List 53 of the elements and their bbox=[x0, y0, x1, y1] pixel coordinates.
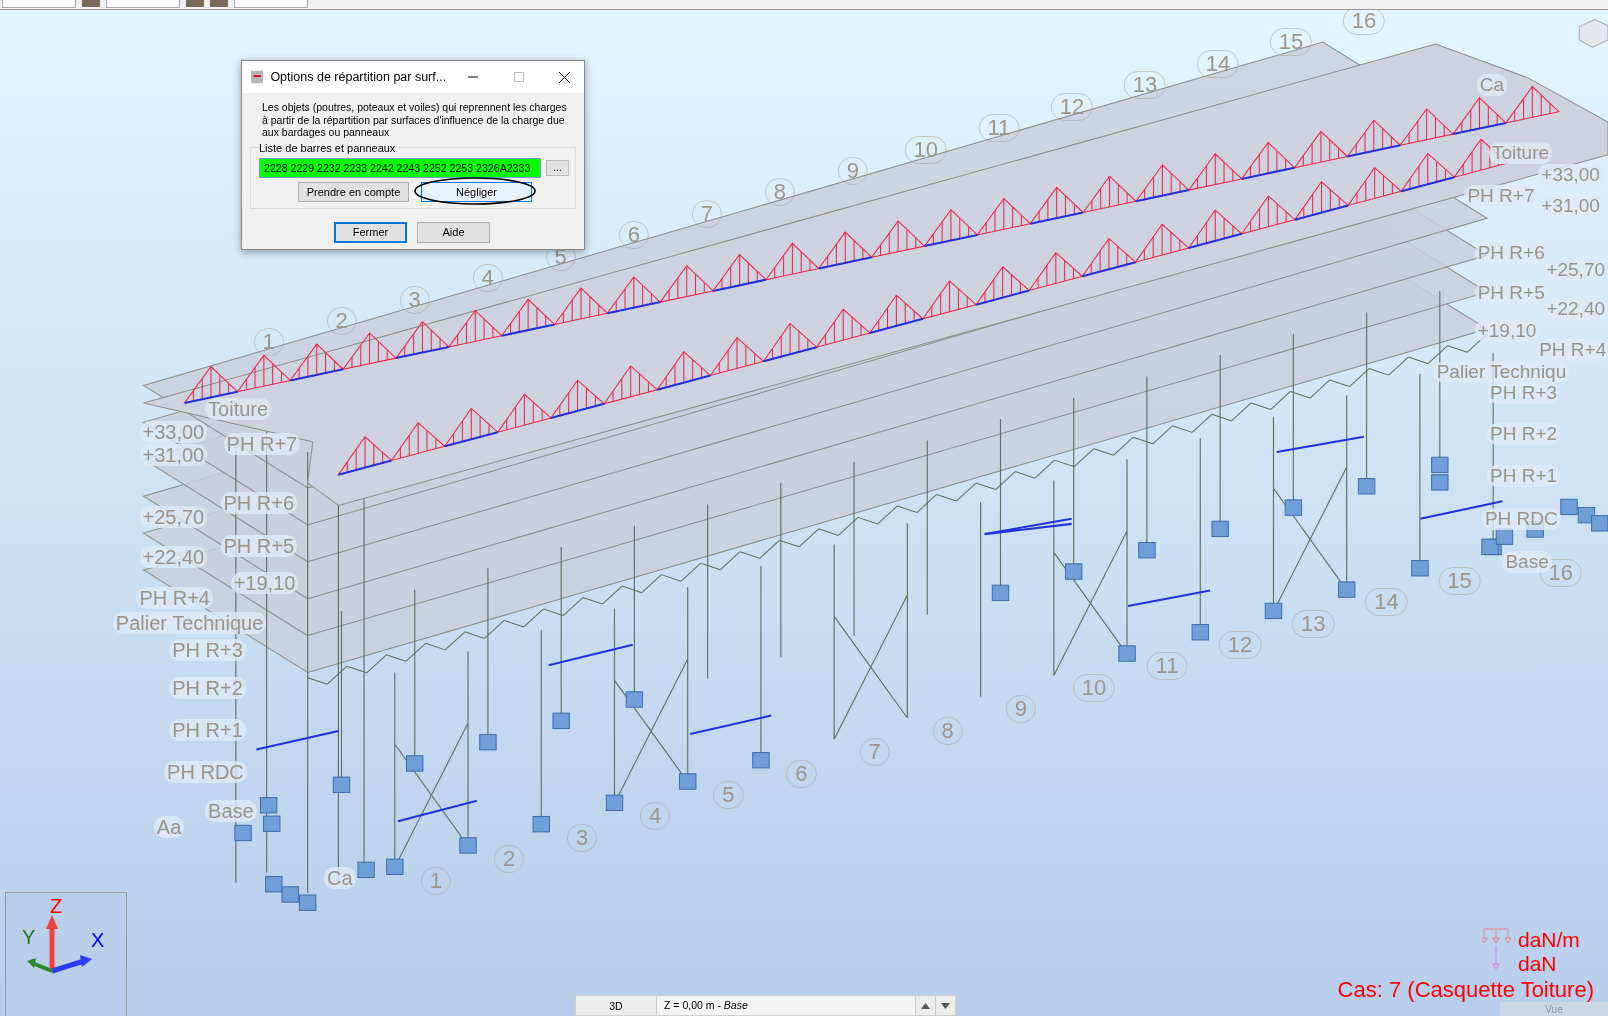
dialog-title: Options de répartition par surf... bbox=[270, 70, 447, 84]
level-label: PH R+2 bbox=[169, 676, 246, 699]
level-field[interactable]: Z = 0,00 m - Base bbox=[657, 996, 915, 1015]
level-label: PH R+2 bbox=[1487, 422, 1561, 445]
level-label: PH R+1 bbox=[1487, 464, 1561, 487]
level-label: PH RDC bbox=[164, 761, 247, 783]
load-arrows-icon bbox=[1482, 928, 1512, 970]
level-label: PH R+1 bbox=[169, 718, 246, 741]
level-label: Palier Technique bbox=[112, 612, 267, 635]
axis-label: Z bbox=[50, 895, 63, 918]
level-label: +22,40 bbox=[139, 545, 208, 568]
level-label: PH R+4 bbox=[136, 586, 213, 609]
level-label: Aa bbox=[153, 816, 185, 839]
level-label: +22,40 bbox=[1543, 297, 1608, 320]
level-label: Base bbox=[205, 799, 257, 822]
dialog-button[interactable]: Aide bbox=[417, 221, 490, 243]
level-label: PH RDC bbox=[1481, 507, 1561, 530]
level-label: Toiture bbox=[205, 398, 272, 420]
app-icon bbox=[251, 70, 264, 84]
level-label: PH R+3 bbox=[169, 639, 246, 661]
level-label: +25,70 bbox=[139, 505, 208, 528]
load-case-label: Cas: 7 (Casquette Toiture) bbox=[1337, 977, 1594, 1003]
group-label: Liste de barres et panneaux bbox=[259, 141, 398, 154]
level-label: PH R+7 bbox=[1464, 184, 1538, 207]
level-label: +19,10 bbox=[230, 572, 299, 595]
level-label: PH R+3 bbox=[1487, 381, 1561, 404]
level-label: Base bbox=[1502, 550, 1552, 573]
level-label: PH R+5 bbox=[1474, 282, 1548, 305]
dialog-button[interactable]: Fermer bbox=[334, 221, 407, 243]
description-text: Les objets (poutres, poteaux et voiles) qui reprennent les charges à partir de la répartition par surfaces d'influence de la charge due aux bardages ou panneaux bbox=[262, 101, 568, 139]
down-arrow-icon[interactable] bbox=[941, 1002, 950, 1009]
bar-list-field[interactable]: 2228 2229 2232 2233 2242 2243 2252 2253 2326A2333 bbox=[259, 157, 541, 178]
level-label: PH R+5 bbox=[220, 535, 298, 558]
level-label: +33,00 bbox=[1538, 164, 1603, 187]
level-label: PH R+6 bbox=[1474, 242, 1548, 265]
level-label: +19,10 bbox=[1474, 320, 1540, 343]
level-label: PH R+6 bbox=[220, 492, 298, 515]
level-label: Ca bbox=[324, 866, 356, 889]
level-label: +25,70 bbox=[1543, 258, 1608, 281]
unit-label: daN bbox=[1518, 952, 1557, 976]
axis-label: Y bbox=[22, 926, 36, 949]
option-button[interactable]: Prendre en compte bbox=[298, 181, 409, 202]
level-label: Palier Techniqu bbox=[1433, 361, 1570, 384]
option-button[interactable]: Négliger bbox=[421, 181, 532, 202]
level-label: +33,00 bbox=[139, 420, 208, 443]
level-label: +31,00 bbox=[139, 444, 208, 467]
level-label: PH R+4 bbox=[1536, 338, 1608, 361]
close-icon[interactable] bbox=[559, 71, 570, 83]
unit-label: daN/m bbox=[1518, 928, 1580, 952]
browse-button[interactable]: ... bbox=[546, 159, 569, 176]
level-label: +31,00 bbox=[1538, 195, 1603, 217]
axis-label: X bbox=[91, 929, 105, 952]
up-arrow-icon[interactable] bbox=[921, 1002, 930, 1009]
